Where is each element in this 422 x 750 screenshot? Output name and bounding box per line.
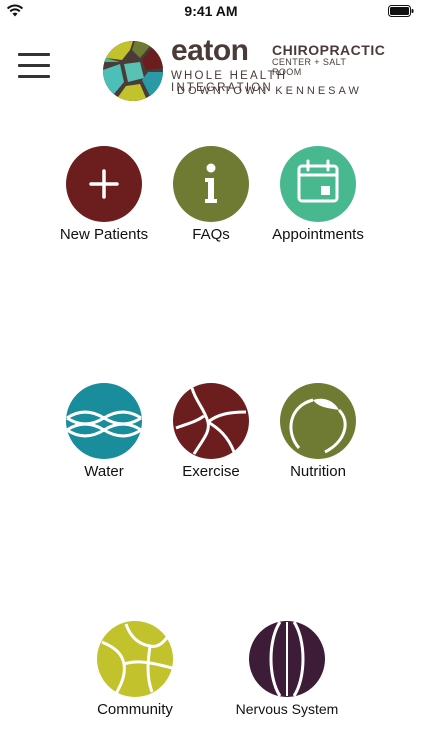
menu-line [18, 64, 50, 67]
tile-nutrition[interactable]: Nutrition [248, 382, 388, 480]
logo-mark-icon [102, 41, 163, 101]
brand-logo: eaton CHIROPRACTIC CENTER + SALT ROOM WH… [102, 34, 385, 104]
menu-button[interactable] [18, 53, 50, 79]
menu-line [18, 75, 50, 78]
info-icon [173, 146, 249, 222]
tile-label: Appointments [272, 226, 364, 243]
brand-title: CHIROPRACTIC [272, 42, 386, 58]
status-bar: 9:41 AM [0, 0, 422, 22]
water-waves-icon [66, 383, 142, 459]
tile-appointments[interactable]: Appointments [248, 145, 388, 243]
calendar-icon [280, 146, 356, 222]
nutrition-leaf-icon [280, 383, 356, 459]
tile-label: Nutrition [290, 463, 346, 480]
tile-label: Community [97, 701, 173, 718]
brand-name: eaton [171, 34, 249, 67]
menu-line [18, 53, 50, 56]
tile-label: Nervous System [235, 701, 339, 717]
brand-location: DOWNTOWN KENNESAW [177, 85, 362, 97]
tile-nervous-system[interactable]: Nervous System [217, 620, 357, 717]
nervous-system-icon [249, 621, 325, 697]
status-time: 9:41 AM [184, 3, 238, 19]
tile-community[interactable]: Community [65, 620, 205, 718]
exercise-icon [173, 383, 249, 459]
community-icon [97, 621, 173, 697]
plus-icon [66, 146, 142, 222]
battery-icon [388, 5, 414, 17]
